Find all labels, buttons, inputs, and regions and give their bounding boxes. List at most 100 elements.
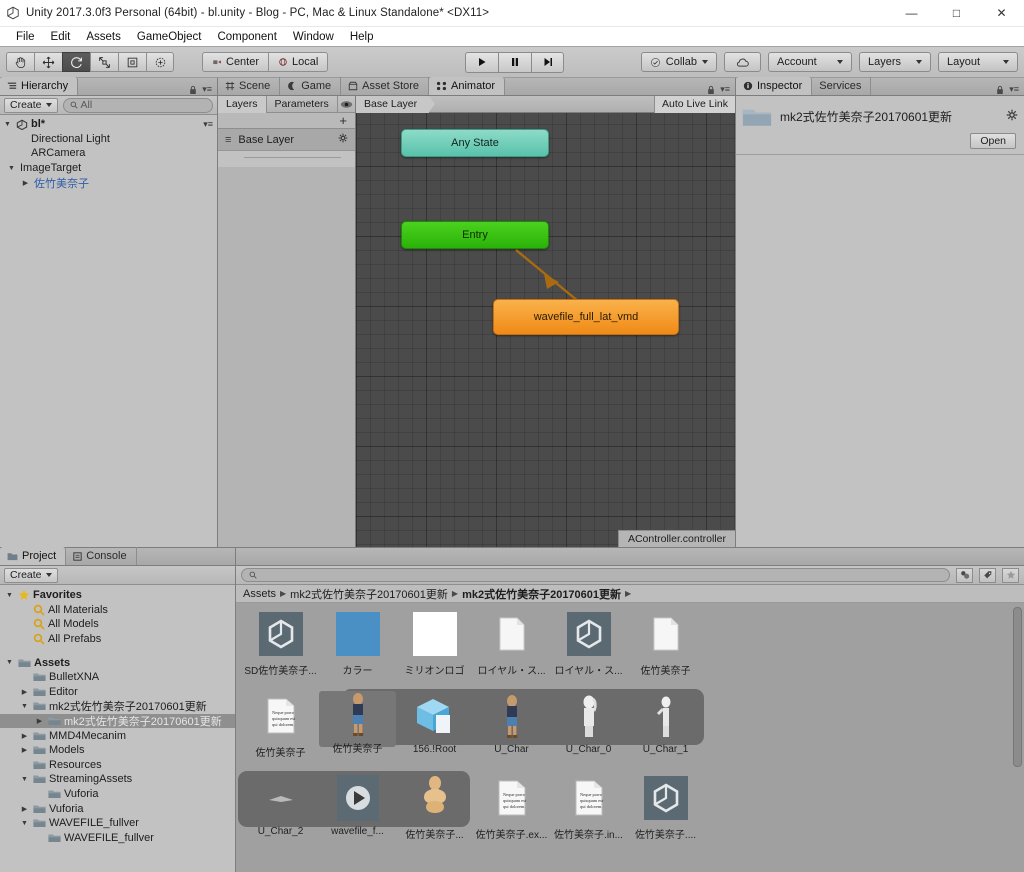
hierarchy-create-button[interactable]: Create xyxy=(4,97,58,113)
asset-item[interactable]: U_Char_0 xyxy=(550,691,627,759)
menu-window[interactable]: Window xyxy=(285,30,342,44)
project-tree-row[interactable]: Resources xyxy=(0,758,235,773)
asset-item[interactable]: U_Char xyxy=(473,691,550,759)
project-tree-row[interactable]: All Materials xyxy=(0,603,235,618)
cloud-button[interactable] xyxy=(723,52,761,72)
tab-layers[interactable]: Layers xyxy=(218,95,267,113)
chevron-down-icon[interactable]: ▼ xyxy=(19,703,30,710)
hierarchy-tree[interactable]: ▼ bl* ▾≡ Directional Light ARCamera ▼ Im… xyxy=(0,115,217,547)
project-tree-row[interactable]: ▶ Editor xyxy=(0,685,235,700)
tab-project[interactable]: Project xyxy=(0,547,67,565)
scene-context-menu-icon[interactable]: ▾≡ xyxy=(203,119,213,130)
tab-inspector[interactable]: Inspector xyxy=(736,77,813,95)
tab-game[interactable]: Game xyxy=(280,77,342,95)
asset-item-selected[interactable]: 佐竹美奈子 xyxy=(319,691,396,755)
animator-graph[interactable]: Base Layer Auto Live Link Any State Entr… xyxy=(356,96,735,547)
menu-edit[interactable]: Edit xyxy=(43,30,79,44)
project-tree-row[interactable]: ▼ WAVEFILE_fullver xyxy=(0,816,235,831)
chevron-right-icon[interactable]: ▶ xyxy=(20,179,31,187)
tab-hierarchy[interactable]: Hierarchy xyxy=(0,77,79,95)
asset-item[interactable]: SD佐竹美奈子... xyxy=(242,609,319,677)
tab-asset-store[interactable]: Asset Store xyxy=(341,77,430,95)
account-button[interactable]: Account xyxy=(767,52,852,72)
chevron-right-icon[interactable]: ▶ xyxy=(19,746,30,754)
project-search-input[interactable] xyxy=(241,568,950,582)
pause-button[interactable] xyxy=(498,51,531,73)
asset-item[interactable]: カラー xyxy=(319,609,396,677)
collab-button[interactable]: Collab xyxy=(640,52,717,72)
step-button[interactable] xyxy=(531,51,564,73)
filter-type-icon[interactable] xyxy=(956,567,973,583)
minimize-button[interactable]: — xyxy=(889,0,934,27)
hierarchy-item-imagetarget[interactable]: ▼ ImageTarget xyxy=(0,161,217,176)
chevron-right-icon[interactable]: ▶ xyxy=(19,732,30,740)
gear-icon[interactable] xyxy=(1006,102,1018,124)
asset-grid[interactable]: SD佐竹美奈子... カラー ミリオンロゴ ロイヤル・ス... ロイヤル・ス..… xyxy=(236,603,1024,872)
handle-space-button[interactable]: Local xyxy=(268,52,329,72)
play-button[interactable] xyxy=(465,51,498,73)
project-tree[interactable]: ▼ Favorites All Materials All Models All Pre… xyxy=(0,585,235,872)
favorite-star-icon[interactable] xyxy=(1002,567,1019,583)
chevron-down-icon[interactable]: ▼ xyxy=(19,820,30,827)
chevron-down-icon[interactable]: ▼ xyxy=(2,121,13,128)
menu-help[interactable]: Help xyxy=(342,30,382,44)
tab-scene[interactable]: Scene xyxy=(218,77,281,95)
add-layer-button[interactable]: + xyxy=(218,113,355,129)
menu-gameobject[interactable]: GameObject xyxy=(129,30,210,44)
move-tool-icon[interactable] xyxy=(34,52,62,72)
asset-item[interactable]: 佐竹美奈子... xyxy=(396,773,473,841)
asset-item[interactable]: Neque porro quisquam est qui dolorem. 佐竹美奈… xyxy=(550,773,627,841)
project-tree-row[interactable]: All Prefabs xyxy=(0,632,235,647)
scrollbar-thumb[interactable] xyxy=(1013,607,1022,767)
asset-item[interactable]: U_Char_1 xyxy=(627,691,704,759)
scale-tool-icon[interactable] xyxy=(90,52,118,72)
project-tree-row[interactable]: ▶ Models xyxy=(0,743,235,758)
hierarchy-item-arcamera[interactable]: ARCamera xyxy=(0,146,217,161)
hierarchy-item-model[interactable]: ▶ 佐竹美奈子 xyxy=(0,175,217,190)
rect-tool-icon[interactable] xyxy=(118,52,146,72)
maximize-button[interactable]: □ xyxy=(934,0,979,27)
asset-item[interactable]: Neque porro quisquam est qui dolorem. 佐竹美奈… xyxy=(473,773,550,841)
hierarchy-search-input[interactable]: All xyxy=(62,97,213,113)
project-tree-row[interactable]: ▶ MMD4Mecanim xyxy=(0,728,235,743)
asset-item[interactable]: U_Char_2 xyxy=(242,773,319,841)
menu-assets[interactable]: Assets xyxy=(78,30,129,44)
asset-item[interactable]: Neque porro quisquam est qui dolorem. 佐竹美奈… xyxy=(242,691,319,759)
chevron-right-icon[interactable]: ▶ xyxy=(19,805,30,813)
hand-tool-icon[interactable] xyxy=(6,52,34,72)
asset-item[interactable]: 佐竹美奈子 xyxy=(627,609,704,677)
asset-item[interactable]: ロイヤル・ス... xyxy=(550,609,627,677)
lock-icon[interactable] xyxy=(707,85,715,95)
asset-grid-scrollbar[interactable] xyxy=(1013,607,1022,872)
breadcrumb-folder-current[interactable]: mk2式佐竹美奈子20170601更新 xyxy=(462,586,621,602)
rotate-tool-icon[interactable] xyxy=(62,52,90,72)
project-tree-row[interactable]: ▼ Assets xyxy=(0,655,235,670)
breadcrumb-base-layer[interactable]: Base Layer xyxy=(356,96,436,113)
project-tree-row[interactable]: ▼ mk2式佐竹美奈子20170601更新 xyxy=(0,699,235,714)
asset-item[interactable]: ロイヤル・ス... xyxy=(473,609,550,677)
project-tree-row[interactable]: ▼ StreamingAssets xyxy=(0,772,235,787)
project-create-button[interactable]: Create xyxy=(4,567,58,583)
gear-icon[interactable] xyxy=(338,133,348,146)
project-tree-row[interactable]: ▼ Favorites xyxy=(0,588,235,603)
entry-node[interactable]: Entry xyxy=(401,221,549,249)
tab-console[interactable]: Console xyxy=(66,547,137,565)
chevron-right-icon[interactable]: ▶ xyxy=(19,688,30,696)
tab-parameters[interactable]: Parameters xyxy=(267,95,338,113)
asset-item[interactable]: 佐竹美奈子.... xyxy=(627,773,704,841)
layout-button[interactable]: Layout xyxy=(937,52,1018,72)
state-node-wavefile[interactable]: wavefile_full_lat_vmd xyxy=(493,299,679,335)
chevron-down-icon[interactable]: ▼ xyxy=(4,659,15,666)
panel-menu-icon[interactable]: ▾≡ xyxy=(202,84,212,95)
breadcrumb-assets[interactable]: Assets xyxy=(243,588,276,600)
menu-component[interactable]: Component xyxy=(209,30,284,44)
panel-menu-icon[interactable]: ▾≡ xyxy=(720,84,730,95)
asset-item[interactable]: 156.!Root xyxy=(396,691,473,759)
asset-item[interactable]: wavefile_f... xyxy=(319,773,396,841)
animator-layer-row[interactable]: ≡ Base Layer xyxy=(218,129,355,151)
project-tree-row[interactable]: BulletXNA xyxy=(0,670,235,685)
chevron-down-icon[interactable]: ▼ xyxy=(19,776,30,783)
panel-menu-icon[interactable]: ▾≡ xyxy=(1009,84,1019,95)
layers-button[interactable]: Layers xyxy=(858,52,931,72)
hierarchy-item-directional-light[interactable]: Directional Light xyxy=(0,132,217,147)
